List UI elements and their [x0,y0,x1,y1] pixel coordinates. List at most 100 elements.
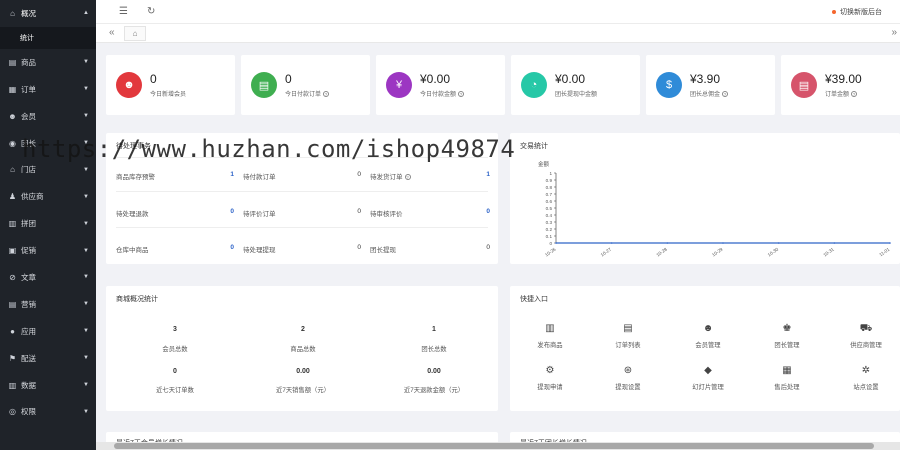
sidebar-item-goods[interactable]: ▤ 商品 ▼ [0,49,96,76]
ticket-icon: ⚙ [545,365,555,376]
sidebar-item-article[interactable]: ⊘ 文章 ▼ [0,264,96,291]
order-icon: ▦ [8,84,17,94]
sidebar-item-promo[interactable]: ▣ 促销 ▼ [0,237,96,264]
mall-stat-label: 团长总数 [421,346,447,353]
stat-icon: ☻ [116,72,142,98]
sidebar-item-marketing[interactable]: ▤ 营销 ▼ [0,291,96,318]
sidebar-item-leader[interactable]: ◉ 团长 ▼ [0,130,96,157]
sidebar-item-delivery[interactable]: ⚑ 配送 ▼ [0,345,96,372]
sidebar-item-store[interactable]: ⌂ 门店 ▼ [0,156,96,183]
pending-item[interactable]: 团长提现 [370,244,396,254]
chevron-down-icon: ▼ [83,113,89,120]
sidebar-item-label: 营销 [21,299,36,309]
stat-card: $ ¥3.90 团长总佣金? [646,55,775,115]
pending-item-count: 0 [486,208,490,215]
quick-entry-coin[interactable]: ⊛ 提现设置 [592,364,664,391]
sidebar-item-permission[interactable]: ◎ 权限 ▼ [0,398,96,425]
switch-new-admin-link[interactable]: 切换新版后台 [832,7,882,17]
mall-stat-value: 3 [173,326,177,333]
mall-stat-value: 2 [301,326,305,333]
quick-entry-user-gear[interactable]: ☻ 会员管理 [672,322,744,349]
tab-scroll-right-icon[interactable]: » [891,27,897,38]
goods-icon: ▤ [8,57,17,67]
quick-entry-panel: 快捷入口 ▥ 发布商品 ▤ 订单列表 ☻ 会员管理 ♚ 团长管理 ⛟ 供应商管理 ⚙ 提现申请 ⊛ 提现设… [510,286,900,411]
refresh-icon[interactable]: ↻ [147,6,155,17]
menu-toggle-icon[interactable]: ☰ [119,6,128,17]
x-tick-label: 10-29 [711,246,724,257]
pending-item[interactable]: 商品库存预警 [116,171,155,181]
tab-scroll-left-icon[interactable]: « [109,27,115,38]
sidebar-item-label: 供应商 [21,192,44,202]
sidebar-item-label: 拼团 [21,219,36,229]
pending-item-count: 0 [357,208,361,215]
sidebar-item-member[interactable]: ☻ 会员 ▼ [0,103,96,130]
chevron-down-icon: ▼ [83,328,89,335]
chevron-down-icon: ▼ [83,86,89,93]
pending-item[interactable]: 仓库中商品 [116,244,149,254]
stat-value: 0 [150,72,157,86]
help-icon[interactable]: ? [722,90,729,97]
promo-icon: ▣ [8,246,17,256]
stat-label: 今日新增会员 [150,92,187,98]
pending-item[interactable]: 待发货订单? [370,171,411,181]
sidebar-item-group-buy[interactable]: ▥ 拼团 ▼ [0,210,96,237]
data-point [833,242,836,244]
stat-label: 团长总佣金 [690,92,721,98]
stat-text: ¥0.00 团长提现中金额 [555,72,597,98]
pending-item[interactable]: 待处理退款 [116,208,149,218]
help-icon[interactable]: ? [323,90,330,97]
mall-stat-value: 0 [173,368,177,375]
data-point [722,242,724,244]
sidebar-item-home[interactable]: ⌂ 概况 ▲ [0,0,96,27]
quick-entry-org-chart[interactable]: ♚ 团长管理 [751,322,823,349]
scrollbar-thumb[interactable] [114,443,874,449]
stat-icon: $ [656,72,682,98]
pending-item-label: 待发货订单 [370,174,403,181]
sidebar-item-order[interactable]: ▦ 订单 ▼ [0,76,96,103]
quick-entry-label: 团长管理 [774,342,800,349]
org-chart-icon: ♚ [782,323,792,334]
quick-entry-bar-chart[interactable]: ▦ 售后处理 [751,364,823,391]
pending-item[interactable]: 待付款订单 [243,171,276,181]
stat-label-row: 订单金额? [825,89,862,98]
pending-item[interactable]: 待审核评价 [370,208,403,218]
help-icon[interactable]: ? [458,90,465,97]
stat-label: 团长提现中金额 [555,92,598,98]
stat-card: ¥ ¥0.00 今日付款金额? [376,55,505,115]
quick-entry-ticket[interactable]: ⚙ 提现申请 [514,364,586,391]
stat-card: ◔ ¥0.00 团长提现中金额 [511,55,640,115]
sidebar-item-supplier[interactable]: ♟ 供应商 ▼ [0,183,96,210]
stat-value: ¥3.90 [690,72,721,86]
sidebar-item-label: 订单 [21,84,36,94]
stat-label-row: 今日新增会员 [150,89,186,98]
chevron-down-icon: ▼ [83,220,89,227]
stat-icon: ◔ [521,72,547,98]
pending-item[interactable]: 待评价订单 [243,208,276,218]
sidebar-item-data[interactable]: ▥ 数据 ▼ [0,372,96,399]
help-icon[interactable]: ? [851,90,858,97]
quick-entry-label: 发布商品 [537,342,563,349]
pending-item-label: 商品库存预警 [116,174,155,181]
stat-icon: ▤ [791,72,817,98]
group-buy-icon: ▥ [8,219,17,229]
sidebar-subitem-stats[interactable]: 统计 [0,26,96,49]
mall-stat-value: 1 [432,326,436,333]
stat-value: ¥0.00 [555,72,586,86]
sidebar-item-app[interactable]: ● 应用 ▼ [0,318,96,345]
quick-entry-barcode[interactable]: ▥ 发布商品 [514,322,586,349]
help-icon[interactable]: ? [404,174,411,180]
sidebar-item-label: 数据 [21,380,36,390]
mall-stat-label: 会员总数 [162,346,188,353]
quick-entry-gear[interactable]: ✲ 站点设置 [830,364,900,391]
pending-item-label: 待审核评价 [370,211,403,218]
tab-home[interactable]: ⌂ [124,26,146,41]
quick-entry-clipboard[interactable]: ▤ 订单列表 [592,322,664,349]
y-tick-label: 0.8 [546,185,553,190]
quick-entry-truck[interactable]: ⛟ 供应商管理 [830,322,900,349]
pending-item[interactable]: 待处理提现 [243,244,276,254]
x-tick-label: 10-26 [544,246,557,257]
sidebar: ⌂ 概况 ▲ 统计 ▤ 商品 ▼ ▦ 订单 ▼ ☻ 会员 ▼ ◉ 团长 ▼ ⌂ 门店 ▼ ♟ 供应商 ▼ ▥ 拼团 ▼ ▣ 促销 ▼ ⊘… [0,0,96,450]
permission-icon: ◎ [9,407,16,417]
horizontal-scrollbar[interactable] [96,442,900,450]
quick-entry-tag[interactable]: ◆ 幻灯片管理 [672,364,744,391]
